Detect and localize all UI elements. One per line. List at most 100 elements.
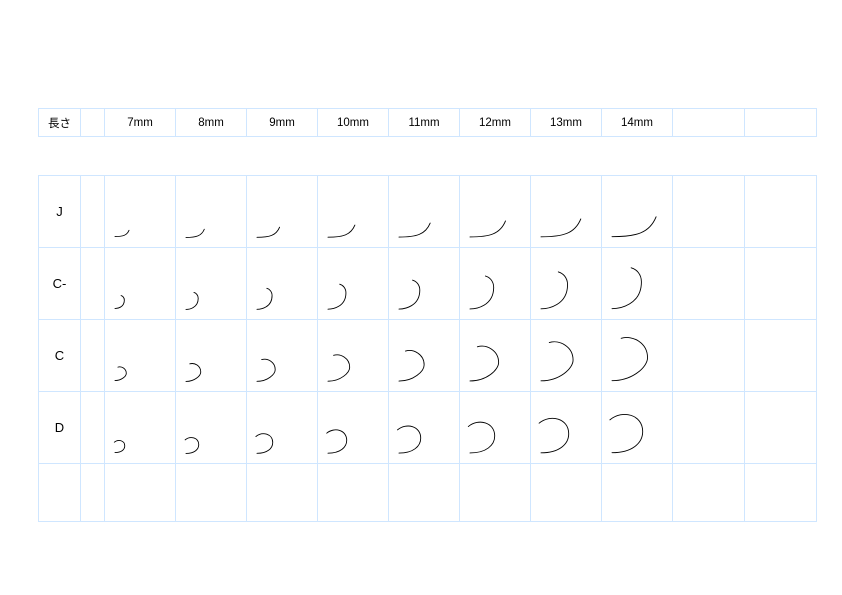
- curl-chart-table: J C-: [38, 175, 817, 522]
- curl-c-11mm-icon: [395, 349, 434, 385]
- curl-swatch-cell: [602, 392, 673, 464]
- curl-j-9mm-icon: [253, 213, 284, 241]
- curl-c-8mm-icon: [182, 361, 208, 386]
- curl-cminus-9mm-icon: [253, 285, 284, 313]
- curl-swatch-cell: [531, 248, 602, 320]
- trailing-empty-cell: [745, 176, 817, 248]
- curl-swatch-cell: [318, 248, 389, 320]
- curl-swatch-cell: [105, 392, 176, 464]
- curl-swatch-cell: [176, 320, 247, 392]
- row-spacer: [81, 176, 105, 248]
- curl-cminus-13mm-icon: [537, 269, 585, 313]
- curl-swatch-cell: [460, 392, 531, 464]
- length-col-13mm: 13mm: [531, 109, 602, 137]
- curl-cminus-7mm-icon: [111, 292, 133, 313]
- curl-d-12mm-icon: [466, 417, 510, 457]
- table-row: D: [39, 392, 817, 464]
- curl-cminus-10mm-icon: [324, 281, 359, 313]
- curl-cminus-8mm-icon: [182, 289, 208, 314]
- curl-c-10mm-icon: [324, 353, 359, 385]
- empty-cell: [176, 464, 247, 522]
- curl-d-7mm-icon: [111, 436, 133, 457]
- empty-cell: [460, 464, 531, 522]
- curl-c-12mm-icon: [466, 345, 510, 385]
- row-spacer: [81, 320, 105, 392]
- curl-cminus-11mm-icon: [395, 277, 434, 313]
- empty-cell: [745, 464, 817, 522]
- curl-swatch-cell: [176, 392, 247, 464]
- length-col-8mm: 8mm: [176, 109, 247, 137]
- empty-cell: [602, 464, 673, 522]
- header-trailing-2: [745, 109, 817, 137]
- length-col-7mm: 7mm: [105, 109, 176, 137]
- length-label: 長さ: [39, 109, 81, 137]
- table-row: C-: [39, 248, 817, 320]
- curl-c-14mm-icon: [608, 337, 660, 385]
- curl-d-9mm-icon: [253, 429, 284, 457]
- curl-j-10mm-icon: [324, 209, 359, 241]
- curl-swatch-cell: [318, 320, 389, 392]
- empty-cell: [673, 464, 745, 522]
- empty-cell: [389, 464, 460, 522]
- curl-swatch-cell: [531, 320, 602, 392]
- curl-swatch-cell: [531, 176, 602, 248]
- curl-cminus-12mm-icon: [466, 273, 510, 313]
- curl-j-7mm-icon: [111, 220, 133, 241]
- curl-cminus-14mm-icon: [608, 265, 660, 313]
- curl-swatch-cell: [247, 248, 318, 320]
- curl-d-10mm-icon: [324, 425, 359, 457]
- curl-swatch-cell: [389, 392, 460, 464]
- curl-j-11mm-icon: [395, 205, 434, 241]
- curl-swatch-cell: [602, 320, 673, 392]
- table-row: [39, 464, 817, 522]
- curl-j-12mm-icon: [466, 201, 510, 241]
- table-row: J: [39, 176, 817, 248]
- curl-swatch-cell: [318, 176, 389, 248]
- empty-cell: [531, 464, 602, 522]
- trailing-empty-cell: [745, 320, 817, 392]
- curl-type-label: J: [39, 176, 81, 248]
- curl-swatch-cell: [460, 320, 531, 392]
- curl-swatch-cell: [531, 392, 602, 464]
- curl-j-8mm-icon: [182, 217, 208, 242]
- curl-swatch-cell: [318, 392, 389, 464]
- trailing-empty-cell: [745, 392, 817, 464]
- curl-swatch-cell: [247, 392, 318, 464]
- length-col-9mm: 9mm: [247, 109, 318, 137]
- curl-c-13mm-icon: [537, 341, 585, 385]
- curl-j-13mm-icon: [537, 197, 585, 241]
- empty-cell: [105, 464, 176, 522]
- empty-cell: [318, 464, 389, 522]
- curl-c-9mm-icon: [253, 357, 284, 385]
- curl-type-label: C-: [39, 248, 81, 320]
- row-spacer: [81, 248, 105, 320]
- curl-swatch-cell: [176, 248, 247, 320]
- trailing-empty-cell: [673, 248, 745, 320]
- curl-swatch-cell: [389, 320, 460, 392]
- trailing-empty-cell: [673, 176, 745, 248]
- curl-swatch-cell: [247, 176, 318, 248]
- curl-swatch-cell: [389, 176, 460, 248]
- curl-swatch-cell: [602, 176, 673, 248]
- empty-cell: [247, 464, 318, 522]
- trailing-empty-cell: [745, 248, 817, 320]
- curl-d-13mm-icon: [537, 413, 585, 457]
- curl-swatch-cell: [105, 248, 176, 320]
- length-col-14mm: 14mm: [602, 109, 673, 137]
- curl-swatch-cell: [602, 248, 673, 320]
- empty-cell: [81, 464, 105, 522]
- curl-d-8mm-icon: [182, 433, 208, 458]
- curl-swatch-cell: [105, 176, 176, 248]
- curl-type-label: D: [39, 392, 81, 464]
- curl-swatch-cell: [176, 176, 247, 248]
- curl-d-11mm-icon: [395, 421, 434, 457]
- curl-swatch-cell: [389, 248, 460, 320]
- table-row: C: [39, 320, 817, 392]
- header-trailing-1: [673, 109, 745, 137]
- length-col-10mm: 10mm: [318, 109, 389, 137]
- curl-swatch-cell: [460, 248, 531, 320]
- row-spacer: [81, 392, 105, 464]
- curl-j-14mm-icon: [608, 193, 660, 241]
- curl-swatch-cell: [460, 176, 531, 248]
- trailing-empty-cell: [673, 392, 745, 464]
